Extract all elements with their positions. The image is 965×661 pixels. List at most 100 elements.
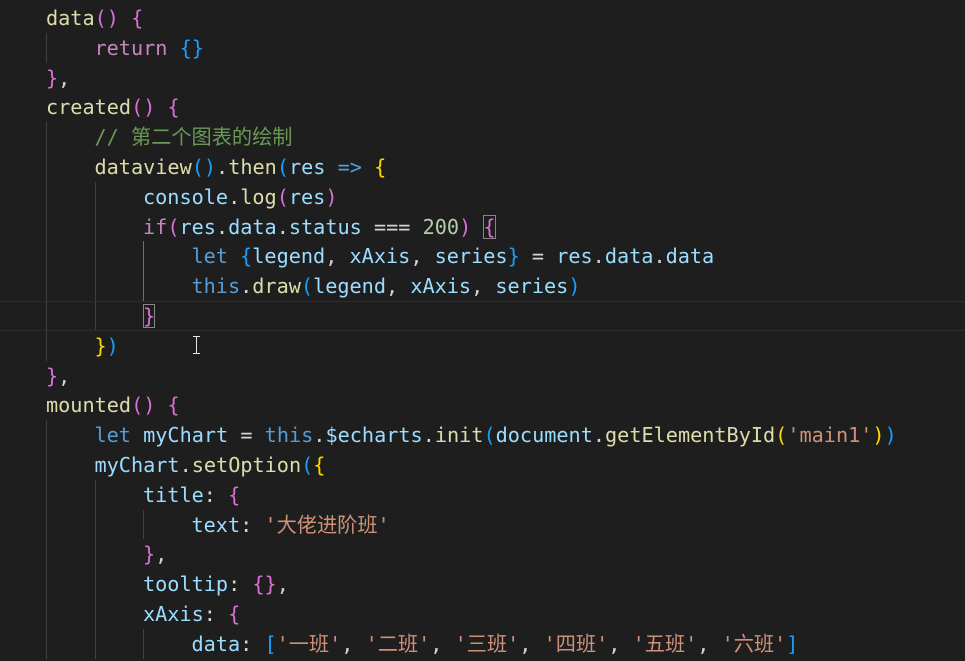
code-line[interactable]: created() { bbox=[0, 92, 965, 122]
code-line[interactable]: console.log(res) bbox=[0, 182, 965, 212]
code-token: data bbox=[228, 214, 277, 239]
code-line[interactable]: text: '大佬进阶班' bbox=[0, 510, 965, 540]
code-token: ) bbox=[872, 423, 885, 448]
code-token: '五班' bbox=[632, 631, 698, 656]
code-token: res bbox=[556, 244, 593, 269]
code-token: setOption bbox=[191, 453, 302, 477]
code-token: { bbox=[131, 6, 144, 30]
code-token: title bbox=[143, 482, 204, 507]
code-token: . bbox=[592, 244, 605, 269]
code-token: data bbox=[191, 631, 241, 656]
code-token: '三班' bbox=[454, 631, 520, 656]
code-token: : bbox=[228, 572, 253, 597]
code-token: status bbox=[288, 214, 362, 239]
code-token: . bbox=[179, 453, 192, 477]
code-token: { bbox=[313, 453, 326, 477]
code-token: { bbox=[167, 393, 180, 418]
code-token: let bbox=[94, 423, 131, 448]
code-line[interactable]: myChart.setOption({ bbox=[0, 450, 965, 480]
code-token: ( bbox=[276, 155, 289, 179]
code-token: , bbox=[325, 244, 350, 269]
code-line[interactable]: } bbox=[0, 301, 965, 331]
code-token: . bbox=[422, 423, 435, 448]
code-token: , bbox=[276, 572, 289, 597]
code-token: xAxis bbox=[349, 244, 411, 269]
code-token: , bbox=[341, 631, 366, 656]
code-token: { bbox=[483, 214, 496, 239]
code-token: = bbox=[228, 423, 265, 448]
code-token: ) bbox=[459, 214, 472, 239]
code-token: } bbox=[264, 572, 277, 597]
code-line[interactable]: }, bbox=[0, 63, 965, 93]
code-token: let bbox=[191, 244, 228, 269]
code-line[interactable]: }, bbox=[0, 539, 965, 569]
code-token: } bbox=[46, 363, 59, 388]
code-token: ( bbox=[167, 214, 180, 239]
code-token: getElementById bbox=[605, 423, 776, 448]
code-token: myChart bbox=[94, 453, 180, 477]
code-line[interactable]: return {} bbox=[0, 33, 965, 63]
code-line[interactable]: }) bbox=[0, 331, 965, 361]
code-token: } bbox=[94, 333, 107, 358]
code-line[interactable]: this.draw(legend, xAxis, series) bbox=[0, 271, 965, 301]
code-line[interactable]: if(res.data.status === 200) { bbox=[0, 212, 965, 242]
code-token: '六班' bbox=[721, 631, 787, 656]
code-token: console bbox=[143, 184, 229, 209]
code-token: myChart bbox=[143, 423, 229, 448]
code-token: ) bbox=[325, 184, 338, 209]
code-token: series bbox=[434, 244, 508, 269]
code-token: { bbox=[167, 95, 180, 120]
code-token: , bbox=[58, 65, 71, 90]
code-token: , bbox=[58, 363, 71, 388]
code-token: . bbox=[276, 214, 289, 239]
code-token: . bbox=[592, 423, 606, 448]
code-token: init bbox=[434, 423, 484, 448]
code-line[interactable]: mounted() { bbox=[0, 390, 965, 420]
code-line[interactable]: tooltip: {}, bbox=[0, 569, 965, 599]
code-token: = bbox=[519, 244, 557, 269]
code-token: draw bbox=[252, 274, 301, 299]
code-token: , bbox=[430, 631, 455, 656]
code-token: , bbox=[471, 274, 496, 299]
code-token: ( bbox=[131, 393, 144, 418]
code-token: . bbox=[313, 423, 326, 448]
code-token: , bbox=[608, 631, 633, 656]
code-line[interactable]: xAxis: { bbox=[0, 599, 965, 629]
code-token: { bbox=[228, 602, 241, 626]
code-token: ) bbox=[106, 333, 119, 358]
code-token: . bbox=[216, 155, 229, 179]
code-line[interactable]: data() { bbox=[0, 3, 965, 33]
code-token: ) bbox=[106, 6, 119, 30]
code-line[interactable]: dataview().then(res => { bbox=[0, 152, 965, 182]
code-token: 'main1' bbox=[787, 423, 873, 448]
code-token: { bbox=[240, 244, 253, 269]
code-token: ( bbox=[300, 274, 314, 299]
code-token: } bbox=[507, 244, 520, 269]
code-line[interactable]: let myChart = this.$echarts.init(documen… bbox=[0, 420, 965, 450]
code-line[interactable]: // 第二个图表的绘制 bbox=[0, 122, 965, 152]
code-token: $echarts bbox=[325, 423, 423, 448]
code-token: data bbox=[46, 6, 95, 30]
code-token: created bbox=[46, 95, 132, 120]
code-line[interactable]: title: { bbox=[0, 480, 965, 510]
code-token: res bbox=[179, 214, 216, 239]
code-token: . bbox=[240, 274, 253, 299]
code-token: : bbox=[203, 602, 229, 626]
code-line[interactable]: data: ['一班', '二班', '三班', '四班', '五班', '六班… bbox=[0, 629, 965, 659]
code-token: legend bbox=[313, 274, 386, 299]
code-token: ( bbox=[94, 6, 107, 30]
code-token: mounted bbox=[46, 393, 132, 418]
code-token: { bbox=[374, 155, 387, 179]
code-token: res bbox=[288, 155, 326, 179]
code-line[interactable]: }, bbox=[0, 361, 965, 391]
code-line[interactable]: let {legend, xAxis, series} = res.data.d… bbox=[0, 241, 965, 271]
code-editor[interactable]: data() {return {}}, created() {// 第二个图表的绘… bbox=[0, 0, 965, 661]
code-token: xAxis bbox=[143, 602, 204, 626]
code-token: ) bbox=[884, 423, 897, 448]
